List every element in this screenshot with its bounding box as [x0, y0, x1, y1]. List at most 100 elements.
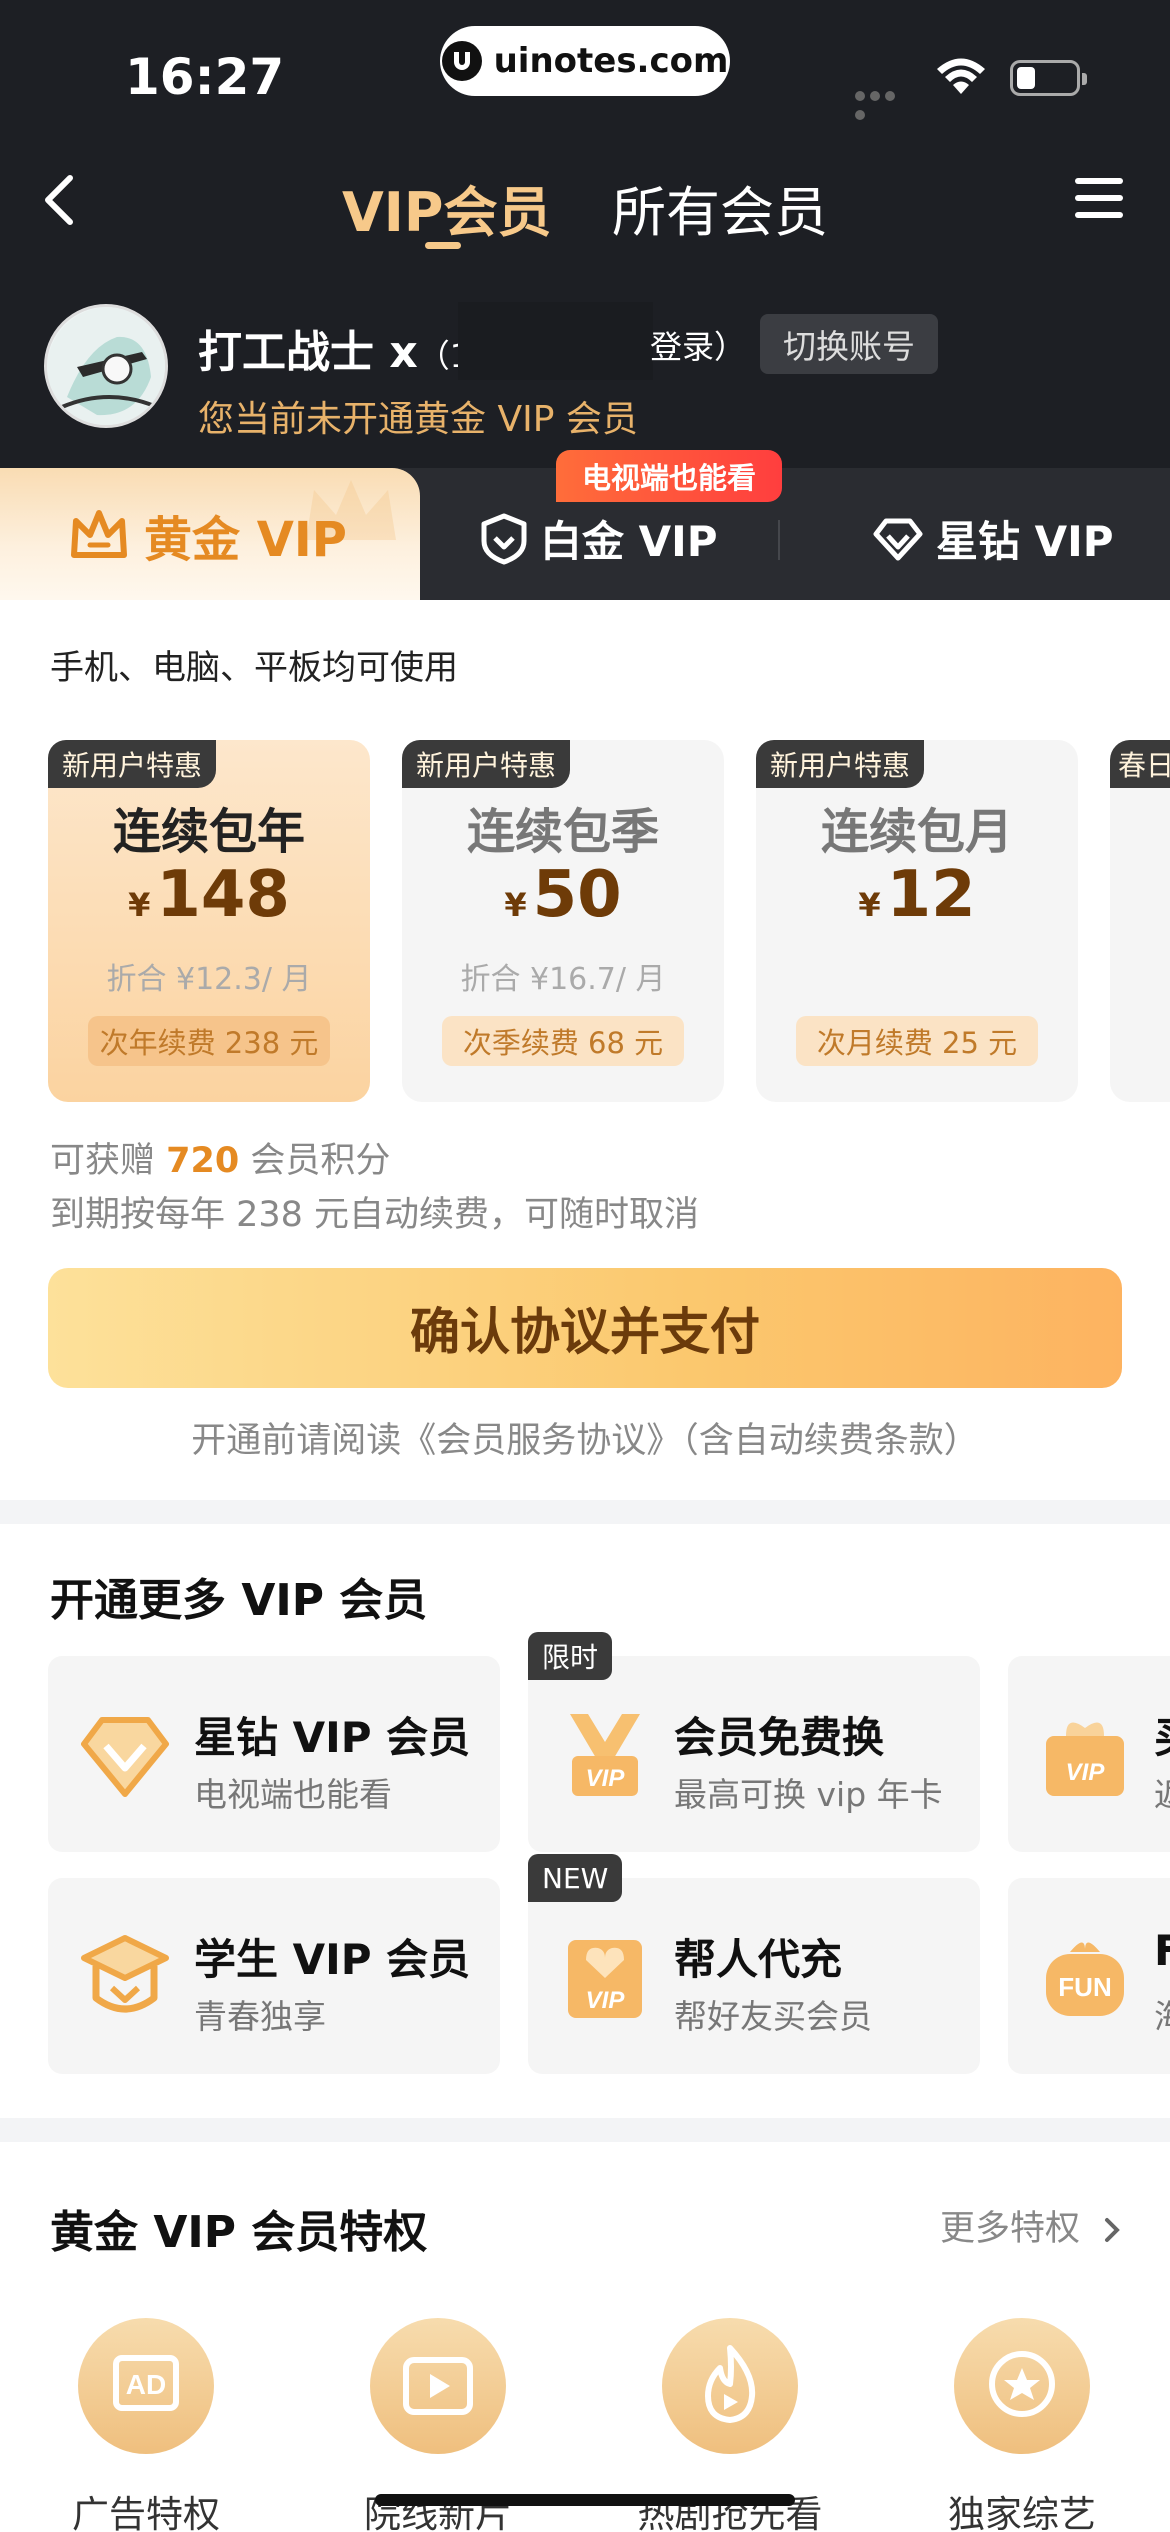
- currency-symbol: ¥: [128, 886, 151, 924]
- plan-card-spring[interactable]: 春日: [1110, 740, 1170, 1102]
- currency-symbol: ¥: [858, 886, 881, 924]
- devices-note: 手机、电脑、平板均可使用: [50, 648, 458, 688]
- privilege-label: 热剧抢先看: [637, 2493, 823, 2532]
- privilege-label: 广告特权: [72, 2493, 220, 2532]
- more-privileges-text: 更多特权: [940, 2209, 1081, 2249]
- privilege-ad-free[interactable]: AD: [78, 2318, 214, 2454]
- crown-icon: [71, 510, 127, 558]
- plan-card-quarterly[interactable]: 新用户特惠 连续包季 ¥50 折合 ¥16.7/ 月 次季续费 68 元: [402, 740, 724, 1102]
- chevron-right-icon: [1105, 2218, 1120, 2242]
- card-fun[interactable]: FUN F 海: [1008, 1878, 1170, 2074]
- card-title: 买: [1154, 1704, 1170, 1765]
- tier-diamond-text: 星钻 VIP: [936, 517, 1114, 566]
- plan-renew-price: 次月续费 25 元: [796, 1016, 1038, 1066]
- svg-text:FUN: FUN: [1058, 1972, 1111, 2002]
- fun-gift-icon: FUN: [1046, 1942, 1124, 2016]
- svg-text:VIP: VIP: [1066, 1759, 1106, 1786]
- tier-gold-text: 黄金 VIP: [144, 512, 347, 568]
- plan-renew-price: 次年续费 238 元: [88, 1016, 330, 1066]
- price-value: 148: [156, 858, 290, 932]
- price-value: 50: [532, 858, 622, 932]
- privilege-exclusive-variety[interactable]: [954, 2318, 1090, 2454]
- shield-icon: [481, 513, 527, 564]
- tv-badge: 电视端也能看: [556, 450, 782, 502]
- plan-tag: 新用户特惠: [756, 740, 925, 788]
- privileges-title: 黄金 VIP 会员特权: [50, 2207, 428, 2258]
- card-recharge-for-others[interactable]: VIP 帮人代充 帮好友买会员: [528, 1878, 980, 2074]
- switch-account-button[interactable]: 切换账号: [760, 314, 938, 374]
- plan-card-monthly[interactable]: 新用户特惠 连续包月 ¥12 次月续费 25 元: [756, 740, 1078, 1102]
- plan-tag: 春日: [1110, 740, 1170, 788]
- card-subtitle: 海: [1154, 1990, 1170, 2038]
- tier-platinum-text: 白金 VIP: [540, 517, 718, 566]
- plan-per-month: 折合 ¥16.7/ 月: [460, 962, 666, 997]
- card-free-exchange[interactable]: VIP 会员免费换 最高可换 vip 年卡: [528, 1656, 980, 1852]
- diamond-icon: [81, 1717, 169, 1797]
- section-divider: [0, 1500, 1170, 1524]
- url-pill[interactable]: uinotes.com: [440, 26, 730, 96]
- tab-active-indicator: [425, 242, 461, 249]
- card-title: F: [1154, 1926, 1170, 1975]
- back-icon[interactable]: [40, 172, 80, 228]
- privilege-label: 院线新片: [364, 2493, 512, 2532]
- points-note: 可获赠 720 会员积分: [50, 1132, 390, 1183]
- flame-icon: [705, 2345, 756, 2423]
- menu-icon[interactable]: [1075, 178, 1123, 218]
- card-buy[interactable]: VIP 买 返: [1008, 1656, 1170, 1852]
- card-title: 星钻 VIP 会员: [194, 1713, 471, 1762]
- home-indicator[interactable]: [375, 2494, 795, 2506]
- plan-name: 连续包月: [820, 804, 1013, 860]
- graduation-cap-icon: [81, 1935, 169, 2013]
- points-prefix: 可获赠: [50, 1141, 167, 1181]
- cellular-signal-icon: [855, 86, 913, 120]
- price-value: 12: [886, 858, 976, 932]
- card-subtitle: 返: [1154, 1768, 1170, 1816]
- gift-box-icon: VIP: [1046, 1722, 1124, 1796]
- svg-text:VIP: VIP: [586, 1765, 626, 1792]
- tier-divider: [778, 520, 780, 560]
- card-diamond-vip[interactable]: 星钻 VIP 会员 电视端也能看: [48, 1656, 500, 1852]
- redacted-account: [458, 302, 653, 380]
- plan-name: 连续包年: [112, 804, 305, 860]
- card-title: 会员免费换: [674, 1713, 885, 1762]
- card-student-vip[interactable]: 学生 VIP 会员 青春独享: [48, 1878, 500, 2074]
- diamond-icon: [873, 518, 923, 560]
- card-subtitle: 最高可换 vip 年卡: [674, 1775, 943, 1814]
- film-icon: [403, 2357, 473, 2415]
- limited-tag: 限时: [528, 1632, 613, 1680]
- privilege-new-movies[interactable]: [370, 2318, 506, 2454]
- tier-tab-platinum[interactable]: 白金 VIP: [480, 508, 718, 569]
- username-text: 打工战士 x: [198, 327, 418, 378]
- battery-icon: [1010, 60, 1087, 96]
- svg-text:AD: AD: [126, 2369, 166, 2400]
- plan-tag: 新用户特惠: [48, 740, 217, 788]
- card-title: 帮人代充: [674, 1935, 843, 1984]
- card-subtitle: 青春独享: [194, 1997, 326, 2036]
- confirm-pay-button[interactable]: 确认协议并支付: [48, 1268, 1122, 1388]
- vip-medal-icon: VIP: [570, 1714, 640, 1796]
- plan-price: ¥12: [756, 858, 1078, 932]
- card-subtitle: 电视端也能看: [194, 1775, 392, 1814]
- plan-name: 连续包季: [466, 804, 659, 860]
- tier-tab-diamond[interactable]: 星钻 VIP: [872, 508, 1114, 569]
- membership-status: 您当前未开通黄金 VIP 会员: [198, 399, 638, 440]
- plan-price: ¥148: [48, 858, 370, 932]
- avatar[interactable]: [44, 304, 168, 428]
- svg-text:VIP: VIP: [586, 1987, 626, 2014]
- privilege-label: 独家综艺: [948, 2493, 1096, 2532]
- currency-symbol: ¥: [504, 886, 527, 924]
- section-divider: [0, 2118, 1170, 2142]
- tab-vip-member[interactable]: VIP会员: [342, 168, 551, 247]
- plan-card-annual[interactable]: 新用户特惠 连续包年 ¥148 折合 ¥12.3/ 月 次年续费 238 元: [48, 740, 370, 1102]
- heart-card-icon: VIP: [568, 1940, 642, 2018]
- more-privileges-link[interactable]: 更多特权: [940, 2200, 1123, 2251]
- plan-price: ¥50: [402, 858, 724, 932]
- privilege-early-access[interactable]: [662, 2318, 798, 2454]
- agreement-link[interactable]: 开通前请阅读《会员服务协议》（含自动续费条款）: [0, 1412, 1170, 1463]
- tab-all-members[interactable]: 所有会员: [612, 168, 828, 247]
- card-subtitle: 帮好友买会员: [674, 1997, 872, 2036]
- tier-gold-label: 黄金 VIP: [68, 500, 347, 570]
- status-time: 16:27: [125, 48, 285, 106]
- url-text: uinotes.com: [493, 41, 729, 81]
- auto-renew-note: 到期按每年 238 元自动续费，可随时取消: [50, 1195, 700, 1235]
